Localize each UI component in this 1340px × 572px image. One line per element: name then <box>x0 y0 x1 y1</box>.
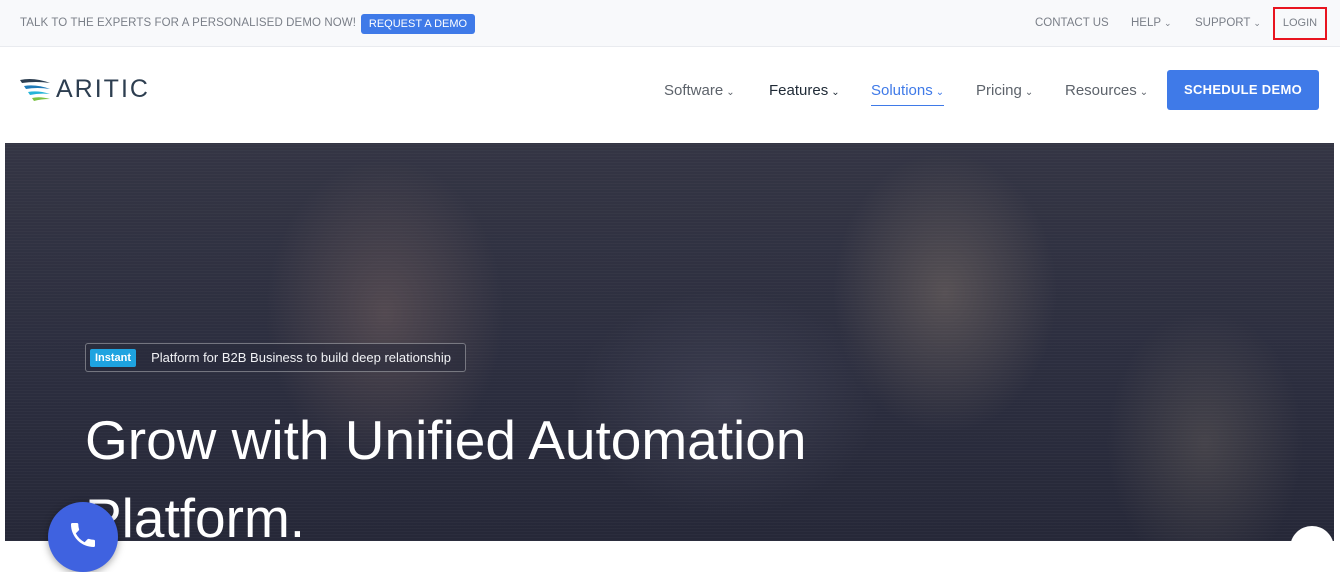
chevron-down-icon: ⌄ <box>726 87 735 98</box>
aritic-logo[interactable]: ARITIC <box>20 75 150 104</box>
nav-features-label: Features <box>769 82 829 99</box>
hero-banner: Instant Platform for B2B Business to bui… <box>5 143 1334 541</box>
chevron-down-icon: ⌄ <box>1253 18 1261 28</box>
chevron-down-icon: ⌄ <box>1139 87 1149 98</box>
nav-features[interactable]: Features ⌄ <box>769 82 840 105</box>
phone-icon <box>71 523 95 547</box>
hero-badge: Instant Platform for B2B Business to bui… <box>85 343 466 372</box>
contact-us-link[interactable]: CONTACT US <box>1035 17 1109 29</box>
help-menu[interactable]: HELP ⌄ <box>1131 17 1172 29</box>
chevron-down-icon: ⌄ <box>935 87 945 98</box>
promo-text: TALK TO THE EXPERTS FOR A PERSONALISED D… <box>20 17 357 29</box>
nav-resources-label: Resources <box>1065 82 1137 99</box>
chevron-down-icon: ⌄ <box>1024 87 1034 98</box>
top-utility-bar: TALK TO THE EXPERTS FOR A PERSONALISED D… <box>0 0 1340 47</box>
call-button[interactable] <box>48 502 118 572</box>
help-label: HELP <box>1131 17 1162 29</box>
nav-pricing[interactable]: Pricing ⌄ <box>976 82 1033 105</box>
hero-headline: Grow with Unified Automation Platform. <box>85 409 807 541</box>
contact-us-label: CONTACT US <box>1035 17 1109 29</box>
nav-solutions-label: Solutions <box>871 82 933 99</box>
login-link[interactable]: LOGIN <box>1273 7 1327 40</box>
nav-resources[interactable]: Resources ⌄ <box>1065 82 1148 105</box>
aritic-wing-icon <box>20 78 50 101</box>
nav-software-label: Software <box>664 82 724 99</box>
support-menu[interactable]: SUPPORT ⌄ <box>1195 17 1261 29</box>
chevron-down-icon: ⌄ <box>1164 18 1172 28</box>
chat-widget-button[interactable] <box>1290 526 1334 570</box>
main-navigation: ARITIC Software ⌄ Features ⌄ Solutions ⌄ Pr… <box>0 47 1340 143</box>
logo-text: ARITIC <box>56 75 150 103</box>
request-demo-button[interactable]: REQUEST A DEMO <box>361 14 475 34</box>
hero-tagline: Platform for B2B Business to build deep … <box>151 350 451 365</box>
support-label: SUPPORT <box>1195 17 1251 29</box>
nav-pricing-label: Pricing <box>976 82 1022 99</box>
chevron-down-icon: ⌄ <box>831 87 840 98</box>
instant-badge: Instant <box>90 348 137 367</box>
schedule-demo-button[interactable]: SCHEDULE DEMO <box>1167 70 1319 110</box>
nav-solutions[interactable]: Solutions ⌄ <box>871 82 945 106</box>
nav-software[interactable]: Software ⌄ <box>664 82 735 105</box>
